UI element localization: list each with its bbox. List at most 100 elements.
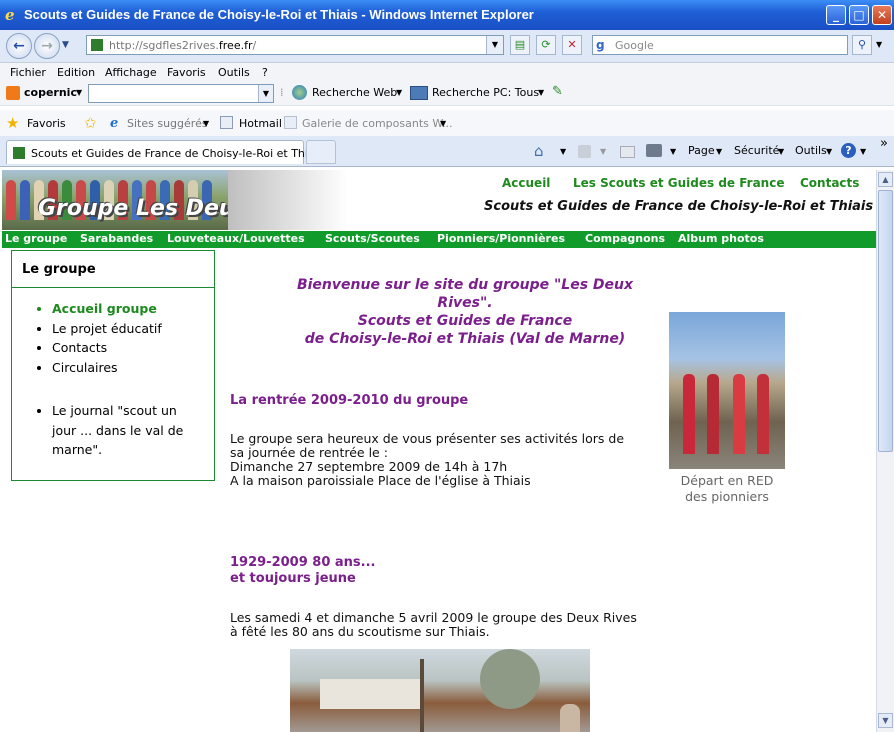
- menu-affichage[interactable]: Affichage: [105, 66, 157, 79]
- tools-menu-button[interactable]: Outils: [795, 144, 827, 157]
- menu-edition[interactable]: Edition: [57, 66, 95, 79]
- search-options-icon[interactable]: ▼: [876, 40, 882, 49]
- section-rentree-text: Le groupe sera heureux de vous présenter…: [230, 432, 624, 488]
- nav-le-groupe[interactable]: Le groupe: [5, 232, 67, 245]
- copernic-menu-icon[interactable]: ▼: [76, 88, 82, 97]
- gallery-link[interactable]: Galerie de composants W...: [302, 117, 452, 130]
- sidebar-divider: [12, 287, 214, 288]
- address-input[interactable]: http://sgdfles2rives.free.fr/ ▼: [86, 35, 504, 55]
- rss-feed-icon[interactable]: [578, 145, 591, 158]
- refresh-icon: ⟳: [541, 38, 551, 51]
- url-prefix: http://sgdfles2rives.: [109, 39, 219, 52]
- help-icon[interactable]: ?: [841, 143, 856, 158]
- tools-dropdown-icon[interactable]: ▼: [826, 147, 832, 156]
- anniv-line-1: Les samedi 4 et dimanche 5 avril 2009 le…: [230, 610, 637, 625]
- history-dropdown-icon[interactable]: ▼: [62, 40, 69, 50]
- web-search-button[interactable]: Recherche Web: [312, 86, 397, 99]
- stop-button[interactable]: ✕: [562, 35, 582, 55]
- ie-logo-icon: e: [5, 6, 15, 24]
- nav-louveteaux[interactable]: Louveteaux/Louvettes: [167, 232, 305, 245]
- page-viewport: Groupe Les Deux Rives Accueil Les Scouts…: [2, 170, 876, 732]
- mail-icon[interactable]: [620, 146, 635, 158]
- suggested-sites-dropdown-icon[interactable]: ▼: [203, 119, 209, 128]
- home-dropdown-icon[interactable]: ▼: [560, 147, 566, 156]
- stop-icon: ✕: [567, 38, 577, 51]
- more-commands-button[interactable]: »: [880, 136, 888, 151]
- print-icon[interactable]: [646, 144, 662, 157]
- top-link-sgdf[interactable]: Les Scouts et Guides de France: [573, 176, 784, 190]
- title-bar: e Scouts et Guides de France de Choisy-l…: [0, 0, 894, 30]
- google-icon: g: [596, 38, 605, 52]
- pc-search-button[interactable]: Recherche PC: Tous: [432, 86, 539, 99]
- new-tab-button[interactable]: [306, 140, 336, 164]
- nav-pionniers[interactable]: Pionniers/Pionnières: [437, 232, 565, 245]
- menu-fichier[interactable]: Fichier: [10, 66, 46, 79]
- sidebar-item-circulaires[interactable]: Circulaires: [52, 358, 162, 378]
- rentree-line-4: A la maison paroissiale Place de l'églis…: [230, 473, 531, 488]
- page-menu-button[interactable]: Page: [688, 144, 715, 157]
- help-dropdown-icon[interactable]: ▼: [860, 147, 866, 156]
- anniversary-photo[interactable]: [290, 649, 590, 732]
- rentree-line-2: sa journée de rentrée le :: [230, 445, 388, 460]
- photo-caption: Départ en RED des pionniers: [669, 473, 785, 505]
- rss-dropdown-icon[interactable]: ▼: [600, 147, 606, 156]
- sidebar-item-contacts[interactable]: Contacts: [52, 338, 162, 358]
- forward-arrow-icon: →: [41, 38, 53, 54]
- top-link-accueil[interactable]: Accueil: [502, 176, 550, 190]
- maximize-button[interactable]: □: [849, 5, 869, 25]
- suggested-sites-link[interactable]: Sites suggérés: [127, 117, 208, 130]
- copernic-brand[interactable]: copernic: [24, 86, 77, 99]
- page-dropdown-icon[interactable]: ▼: [716, 147, 722, 156]
- menu-help[interactable]: ?: [262, 66, 268, 79]
- section-80ans-text: Les samedi 4 et dimanche 5 avril 2009 le…: [230, 611, 637, 639]
- gallery-dropdown-icon[interactable]: ▼: [440, 119, 446, 128]
- hotmail-icon: [220, 116, 233, 129]
- site-nav-bar: Le groupe Sarabandes Louveteaux/Louvette…: [2, 231, 876, 248]
- back-button[interactable]: ←: [6, 33, 32, 59]
- add-favorite-icon[interactable]: ✩: [84, 114, 97, 132]
- favorites-button[interactable]: Favoris: [27, 117, 66, 130]
- gallery-icon: [284, 116, 297, 129]
- print-dropdown-icon[interactable]: ▼: [670, 147, 676, 156]
- address-dropdown-icon[interactable]: ▼: [486, 36, 503, 54]
- scroll-thumb[interactable]: [878, 190, 893, 452]
- scroll-down-icon[interactable]: ▼: [878, 713, 893, 728]
- pc-search-dropdown-icon[interactable]: ▼: [538, 88, 544, 97]
- sidebar-item-accueil-groupe[interactable]: Accueil groupe: [52, 299, 162, 319]
- hotmail-link[interactable]: Hotmail: [239, 117, 282, 130]
- nav-scouts[interactable]: Scouts/Scoutes: [325, 232, 420, 245]
- scroll-up-icon[interactable]: ▲: [878, 172, 893, 187]
- web-search-dropdown-icon[interactable]: ▼: [396, 88, 402, 97]
- home-icon[interactable]: ⌂: [534, 142, 544, 160]
- sidebar-journal-list: Le journal "scout un jour ... dans le val…: [12, 401, 183, 460]
- top-link-contacts[interactable]: Contacts: [800, 176, 859, 190]
- nav-sarabandes[interactable]: Sarabandes: [80, 232, 153, 245]
- tab-active[interactable]: Scouts et Guides de France de Choisy-le-…: [6, 140, 323, 164]
- search-button[interactable]: ⚲: [852, 35, 872, 55]
- vertical-scrollbar[interactable]: ▲ ▼: [876, 170, 894, 732]
- highlight-pen-icon[interactable]: ✎: [552, 84, 563, 99]
- copernic-dropdown-icon[interactable]: ▼: [258, 85, 273, 102]
- close-button[interactable]: ✕: [872, 5, 892, 25]
- site-tagline: Scouts et Guides de France de Choisy-le-…: [484, 199, 874, 214]
- menu-outils[interactable]: Outils: [218, 66, 250, 79]
- welcome-message: Bienvenue sur le site du groupe "Les Deu…: [292, 276, 638, 348]
- section-rentree-heading: La rentrée 2009-2010 du groupe: [230, 393, 469, 408]
- security-dropdown-icon[interactable]: ▼: [778, 147, 784, 156]
- window-title: Scouts et Guides de France de Choisy-le-…: [24, 7, 534, 22]
- sidebar-item-projet-educatif[interactable]: Le projet éducatif: [52, 319, 162, 339]
- nav-compagnons[interactable]: Compagnons: [585, 232, 665, 245]
- sidebar-item-journal[interactable]: Le journal "scout un jour ... dans le val…: [52, 401, 183, 460]
- menu-favoris[interactable]: Favoris: [167, 66, 206, 79]
- refresh-button[interactable]: ⟳: [536, 35, 556, 55]
- minimize-button[interactable]: _: [826, 5, 846, 25]
- forward-button[interactable]: →: [34, 33, 60, 59]
- pioneers-departure-photo[interactable]: [669, 312, 785, 469]
- security-menu-button[interactable]: Sécurité: [734, 144, 779, 157]
- copernic-search-input[interactable]: ▼: [88, 84, 274, 103]
- search-input[interactable]: g Google: [592, 35, 848, 55]
- globe-icon: [292, 85, 307, 100]
- nav-album-photos[interactable]: Album photos: [678, 232, 764, 245]
- compat-view-button[interactable]: ▤: [510, 35, 530, 55]
- search-placeholder: Google: [615, 39, 654, 52]
